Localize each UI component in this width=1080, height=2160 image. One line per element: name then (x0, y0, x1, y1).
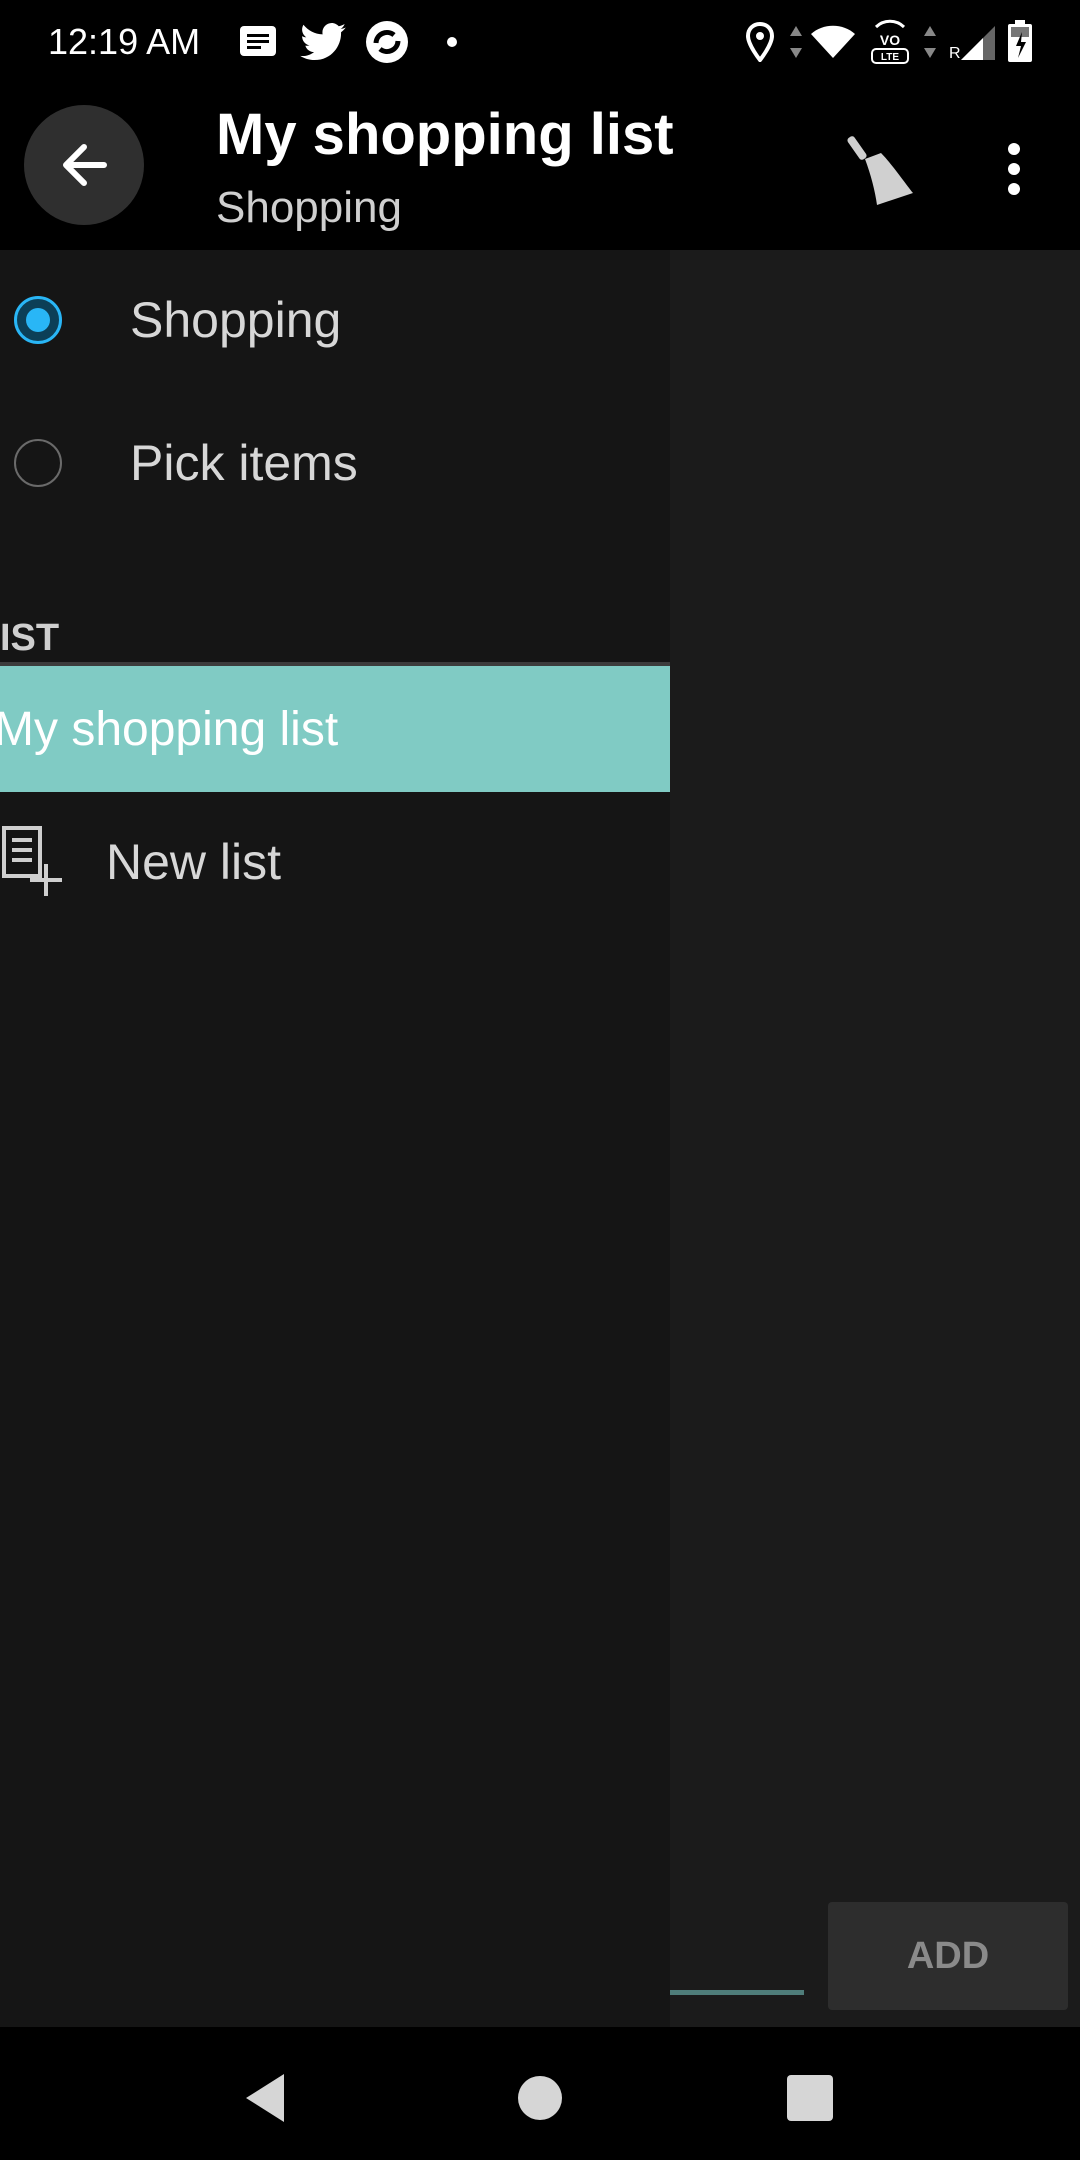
location-icon (742, 18, 778, 66)
wifi-icon (808, 18, 858, 66)
new-list-icon[interactable] (0, 824, 70, 900)
page-subtitle: Shopping (216, 183, 402, 232)
sync-app-icon (362, 18, 412, 66)
status-time: 12:19 AM (48, 21, 201, 62)
twitter-icon (298, 18, 348, 66)
radio-button[interactable] (14, 439, 62, 487)
nav-back-button[interactable] (228, 2058, 308, 2138)
item-input-field[interactable] (670, 1990, 804, 1995)
nav-home-button[interactable] (500, 2058, 580, 2138)
dot-icon (440, 18, 464, 66)
circle-home-icon (518, 2076, 562, 2120)
add-button[interactable]: ADD (828, 1902, 1068, 2010)
volte-icon: VO LTE (866, 18, 914, 66)
svg-text:VO: VO (880, 32, 900, 48)
list-item-label: My shopping list (0, 703, 339, 756)
more-vert-icon (1008, 143, 1020, 195)
data-arrows-icon (920, 18, 940, 66)
broom-icon (847, 136, 913, 205)
back-button[interactable] (24, 105, 144, 225)
square-recents-icon (787, 2075, 833, 2121)
mode-label: Pick items (130, 435, 358, 491)
section-header: IST (0, 617, 60, 659)
arrow-back-icon (63, 144, 107, 186)
triangle-back-icon (246, 2074, 284, 2122)
radio-button-selected[interactable] (14, 296, 62, 344)
data-arrows-icon (786, 18, 806, 66)
message-icon (236, 18, 280, 66)
new-list-button[interactable]: New list (106, 832, 281, 892)
main-content (670, 250, 1080, 2027)
signal-icon: R (948, 18, 998, 66)
svg-text:R: R (949, 45, 961, 62)
mode-shopping-option[interactable]: Shopping (0, 260, 670, 380)
clean-up-button[interactable] (838, 124, 928, 214)
svg-text:LTE: LTE (881, 52, 899, 63)
battery-charging-icon (1004, 18, 1036, 66)
nav-recents-button[interactable] (770, 2058, 850, 2138)
page-title: My shopping list (216, 102, 674, 167)
mode-label: Shopping (130, 292, 342, 348)
more-options-button[interactable] (984, 124, 1044, 214)
mode-pick-items-option[interactable]: Pick items (0, 403, 670, 523)
